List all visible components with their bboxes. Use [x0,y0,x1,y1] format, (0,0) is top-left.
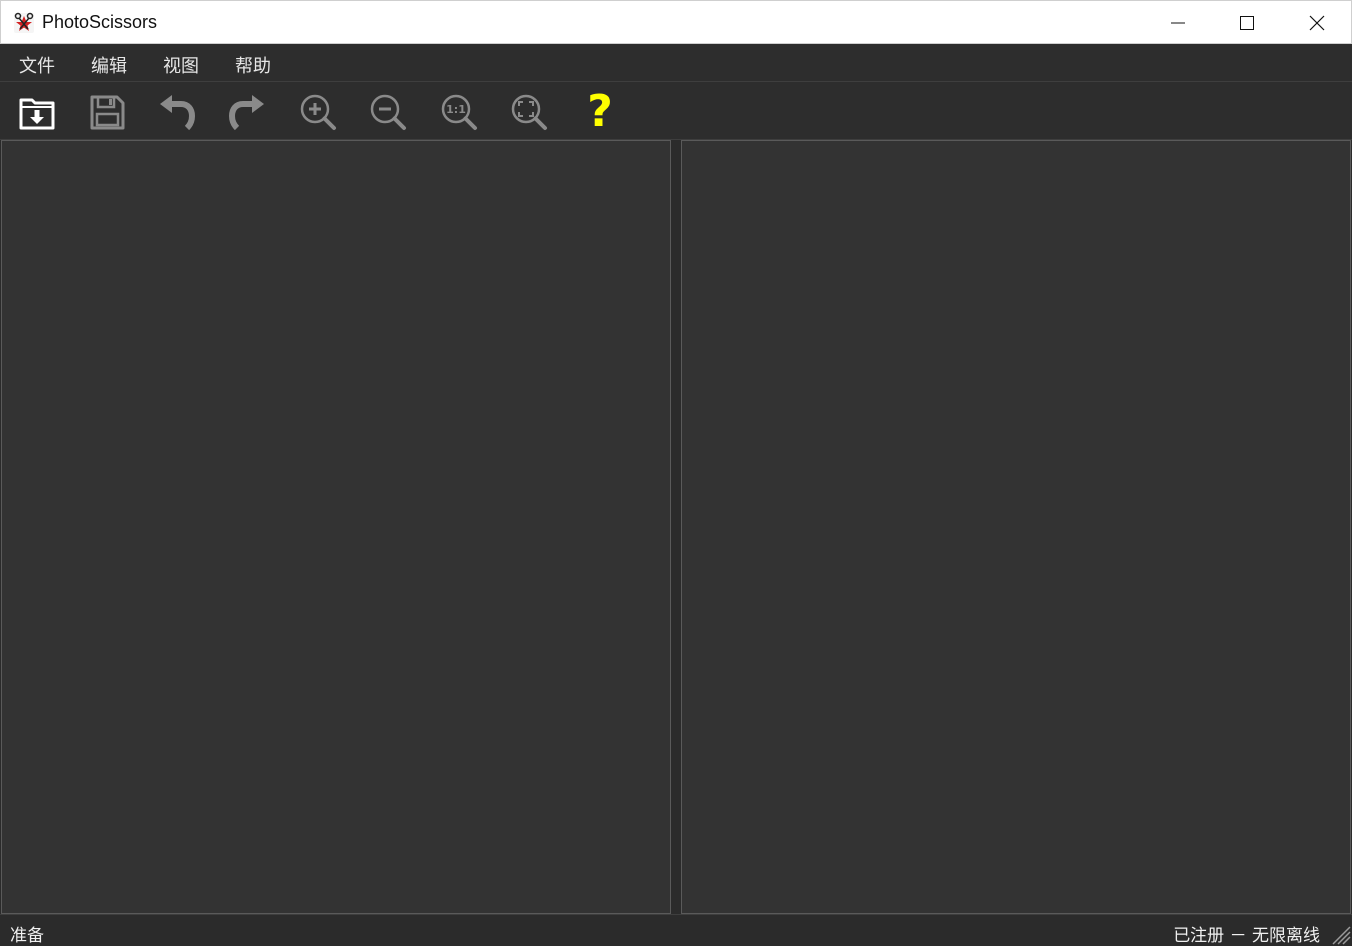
registration-status: 已注册 － 无限离线 [1173,926,1320,946]
title-bar: PhotoScissors [0,0,1352,44]
open-button[interactable] [13,88,61,136]
status-bar: 准备 已注册 － 无限离线 [0,914,1352,946]
menu-edit[interactable]: 编辑 [91,52,127,78]
menu-file[interactable]: 文件 [19,52,55,78]
undo-icon [160,95,196,131]
minimize-button[interactable] [1143,1,1213,45]
zoom-ratio-label: 1:1 [446,103,466,116]
close-button[interactable] [1282,1,1352,45]
open-folder-icon [19,98,55,130]
zoom-in-icon [300,94,336,130]
redo-icon [228,95,264,131]
redo-button[interactable] [223,88,271,136]
close-icon [1309,15,1325,31]
menu-bar: 文件 编辑 视图 帮助 [0,44,1352,82]
zoom-out-button[interactable] [364,88,412,136]
zoom-in-button[interactable] [294,88,342,136]
zoom-fit-button[interactable] [505,88,553,136]
result-image-panel[interactable] [681,140,1351,914]
help-button[interactable]: ? [576,88,624,136]
maximize-button[interactable] [1212,1,1282,45]
zoom-out-icon [370,94,406,130]
window-title: PhotoScissors [42,12,158,32]
zoom-fit-icon [511,94,547,130]
toolbar: 1:1 ? [0,82,1352,140]
zoom-actual-size-icon: 1:1 [441,94,477,130]
save-disk-icon [90,95,125,130]
menu-help[interactable]: 帮助 [235,52,271,78]
maximize-icon [1240,16,1254,30]
menu-view[interactable]: 视图 [163,52,199,78]
save-button[interactable] [83,88,131,136]
zoom-actual-size-button[interactable]: 1:1 [435,88,483,136]
status-text: 准备 [10,926,44,946]
scissors-app-icon [14,12,34,33]
help-icon: ? [587,86,613,137]
resize-grip-icon[interactable] [1329,923,1351,945]
undo-button[interactable] [153,88,201,136]
original-image-panel[interactable] [1,140,671,914]
minimize-icon [1171,22,1185,24]
